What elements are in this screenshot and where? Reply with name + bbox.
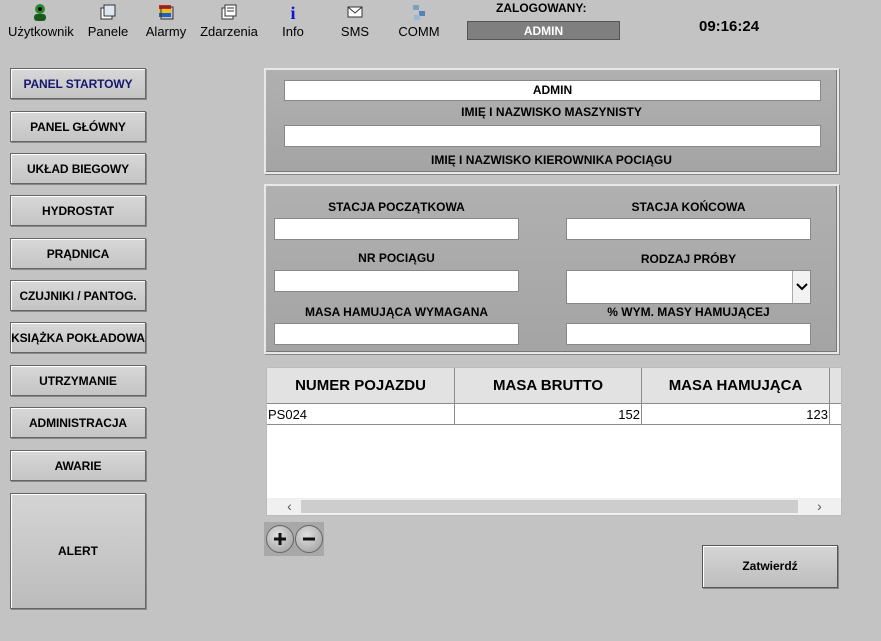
toolbar-events-label: Zdarzenia — [200, 24, 258, 39]
manager-name-label: IMIĘ I NAZWISKO KIEROWNIKA POCIĄGU — [431, 153, 672, 167]
add-row-button[interactable] — [266, 525, 294, 553]
cell-gross-mass[interactable]: 152 — [455, 404, 642, 425]
toolbar-panels-label: Panele — [87, 24, 129, 39]
sidebar-item-panel-glowny[interactable]: PANEL GŁÓWNY — [10, 111, 146, 142]
panels-icon — [100, 4, 116, 20]
remove-row-button[interactable] — [295, 525, 323, 553]
events-icon — [221, 4, 237, 20]
sidebar-item-panel-startowy[interactable]: PANEL STARTOWY — [10, 68, 146, 99]
sidebar-item-administracja[interactable]: ADMINISTRACJA — [10, 407, 146, 438]
required-brake-mass-field[interactable] — [274, 323, 519, 345]
toolbar-events[interactable]: Zdarzenia — [200, 2, 258, 39]
logged-in-label: ZALOGOWANY: — [496, 1, 587, 15]
logged-in-user: ADMIN — [467, 21, 620, 40]
alarms-icon — [159, 5, 174, 20]
sidebar-item-utrzymanie[interactable]: UTRZYMANIE — [10, 365, 146, 396]
trip-panel: STACJA POCZĄTKOWA STACJA KOŃCOWA NR POCI… — [264, 184, 839, 354]
cell-brake-mass[interactable]: 123 — [642, 404, 830, 425]
confirm-button[interactable]: Zatwierdź — [702, 545, 838, 588]
column-header-brake-mass[interactable]: MASA HAMUJĄCA — [642, 368, 830, 404]
column-header-vehicle[interactable]: NUMER POJAZDU — [267, 368, 455, 404]
end-station-label: STACJA KOŃCOWA — [631, 200, 746, 214]
sidebar-item-uklad-biegowy[interactable]: UKŁAD BIEGOWY — [10, 153, 146, 184]
alert-button[interactable]: ALERT — [10, 493, 146, 609]
test-type-label: RODZAJ PRÓBY — [640, 252, 737, 266]
plus-icon — [274, 533, 286, 545]
vehicles-table: NUMER POJAZDU MASA BRUTTO MASA HAMUJĄCA … — [266, 367, 842, 516]
toolbar-user[interactable]: Użytkownik — [8, 2, 74, 39]
column-header-extra[interactable] — [830, 368, 841, 404]
info-icon: i — [290, 3, 295, 22]
train-number-field[interactable] — [274, 270, 519, 292]
toolbar-sms[interactable]: SMS — [340, 2, 370, 39]
column-header-gross-mass[interactable]: MASA BRUTTO — [455, 368, 642, 404]
required-brake-mass-label: MASA HAMUJĄCA WYMAGANA — [304, 305, 489, 319]
train-number-label: NR POCIĄGU — [358, 251, 435, 265]
scroll-left-icon[interactable]: ‹ — [281, 498, 298, 515]
toolbar-comm[interactable]: COMM — [398, 2, 440, 39]
start-station-field[interactable] — [274, 218, 519, 240]
crew-panel: ADMIN IMIĘ I NAZWISKO MASZYNISTY IMIĘ I … — [264, 68, 839, 174]
brake-mass-percent-label: % WYM. MASY HAMUJĄCEJ — [607, 305, 770, 319]
scroll-right-icon[interactable]: › — [811, 498, 828, 515]
sidebar-item-ksiazka-pokladowa[interactable]: KSIĄŻKA POKŁADOWA — [10, 322, 146, 353]
sidebar-item-czujniki[interactable]: CZUJNIKI / PANTOG. — [10, 280, 146, 311]
horizontal-scrollbar[interactable]: ‹ › — [267, 498, 841, 515]
toolbar-user-label: Użytkownik — [8, 24, 74, 39]
start-station-label: STACJA POCZĄTKOWA — [328, 200, 465, 214]
sidebar-item-pradnica[interactable]: PRĄDNICA — [10, 238, 146, 269]
cell-vehicle[interactable]: PS024 — [267, 404, 455, 425]
cell-extra[interactable] — [830, 404, 841, 425]
toolbar-comm-label: COMM — [398, 24, 440, 39]
scrollbar-thumb[interactable] — [301, 500, 798, 513]
test-type-select[interactable] — [566, 270, 811, 304]
clock: 09:16:24 — [699, 18, 760, 35]
envelope-icon — [347, 6, 363, 18]
toolbar-alarms-label: Alarmy — [145, 24, 187, 39]
toolbar-panels[interactable]: Panele — [86, 2, 130, 39]
driver-name-field[interactable]: ADMIN — [284, 80, 821, 101]
manager-name-field[interactable] — [284, 125, 821, 147]
svg-text:i: i — [290, 3, 295, 22]
driver-name-label: IMIĘ I NAZWISKO MASZYNISTY — [461, 105, 642, 119]
toolbar-info-label: Info — [282, 24, 304, 39]
toolbar-alarms[interactable]: Alarmy — [144, 2, 188, 39]
minus-icon — [303, 537, 315, 541]
brake-mass-percent-field[interactable] — [566, 323, 811, 345]
user-icon — [34, 4, 46, 21]
sidebar-item-hydrostat[interactable]: HYDROSTAT — [10, 195, 146, 226]
sidebar-item-awarie[interactable]: AWARIE — [10, 450, 146, 481]
network-icon — [413, 5, 425, 20]
chevron-down-icon[interactable] — [792, 271, 810, 303]
toolbar-info[interactable]: i Info — [278, 2, 308, 39]
toolbar-sms-label: SMS — [340, 24, 370, 39]
end-station-field[interactable] — [566, 218, 811, 240]
